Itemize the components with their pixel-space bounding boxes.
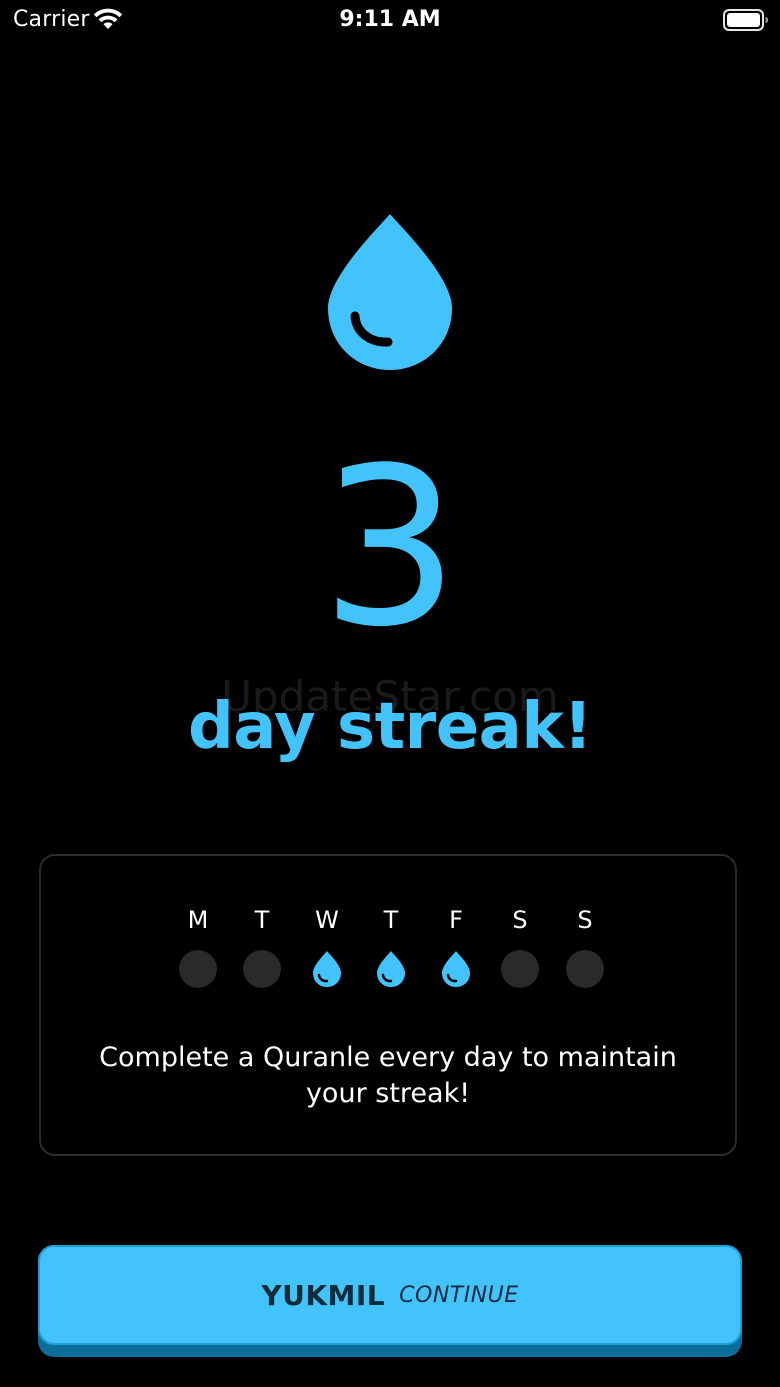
day-sunday: S	[563, 904, 607, 988]
continue-button[interactable]: YUKMIL CONTINUE	[38, 1245, 742, 1357]
status-bar: Carrier 9:11 AM	[0, 0, 780, 42]
day-incomplete-dot	[566, 950, 604, 988]
day-tuesday: T	[240, 904, 284, 988]
day-letter: F	[449, 906, 463, 934]
streak-label: day streak!	[187, 690, 593, 764]
water-drop-icon	[328, 214, 452, 370]
day-incomplete-dot	[501, 950, 539, 988]
water-drop-icon	[313, 951, 341, 987]
continue-secondary-label: CONTINUE	[399, 1282, 519, 1308]
continue-primary-label: YUKMIL	[261, 1278, 386, 1312]
day-friday: F	[434, 904, 478, 988]
day-letter: S	[577, 906, 593, 934]
day-wednesday: W	[305, 904, 349, 988]
day-saturday: S	[498, 904, 542, 988]
day-letter: S	[512, 906, 528, 934]
day-letter: T	[383, 906, 399, 934]
streak-count: 3	[320, 422, 460, 675]
continue-button-face[interactable]: YUKMIL CONTINUE	[38, 1245, 742, 1345]
day-incomplete-dot	[243, 950, 281, 988]
day-letter: W	[315, 906, 339, 934]
water-drop-icon	[442, 951, 470, 987]
battery-icon	[723, 9, 768, 31]
clock: 9:11 AM	[339, 7, 441, 32]
day-thursday: T	[369, 904, 413, 988]
streak-message: Complete a Quranle every day to maintain…	[99, 1042, 677, 1109]
day-letter: T	[254, 906, 270, 934]
week-progress-card: M T W T F S S Complete a Quranle every d…	[39, 854, 737, 1156]
water-drop-icon	[377, 951, 405, 987]
day-letter: M	[187, 906, 209, 934]
day-incomplete-dot	[179, 950, 217, 988]
day-monday: M	[176, 904, 220, 988]
